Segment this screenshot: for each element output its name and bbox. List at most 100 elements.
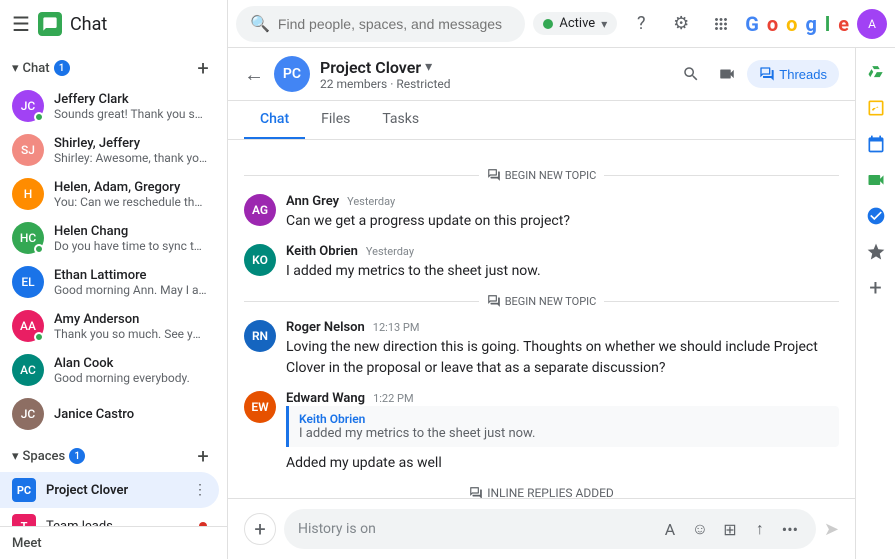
spaces-badge: 1 bbox=[69, 448, 85, 464]
quoted-name: Keith Obrien bbox=[299, 412, 829, 426]
tab-files[interactable]: Files bbox=[305, 101, 366, 139]
message-text: Can we get a progress update on this pro… bbox=[286, 211, 839, 232]
search-conv-button[interactable] bbox=[675, 58, 707, 90]
input-box[interactable]: History is on A ☺ ⊞ ↑ ••• bbox=[284, 509, 816, 549]
chat-item-preview: Thank you so much. See you there. bbox=[54, 327, 207, 341]
more-options-icon[interactable]: ⋮ bbox=[193, 482, 207, 498]
message-header: Ann Grey Yesterday bbox=[286, 194, 839, 209]
calendar-icon[interactable] bbox=[860, 128, 892, 160]
input-placeholder: History is on bbox=[298, 521, 376, 537]
space-name: Team leads bbox=[46, 519, 199, 527]
chat-list-item[interactable]: AC Alan Cook Good morning everybody. bbox=[0, 348, 219, 392]
message-avatar: AG bbox=[244, 194, 276, 226]
user-avatar[interactable]: A bbox=[857, 9, 887, 39]
input-actions: A ☺ ⊞ ↑ ••• bbox=[658, 517, 802, 541]
chat-list-item[interactable]: JC Jeffery Clark Sounds great! Thank you… bbox=[0, 84, 219, 128]
message-header: Roger Nelson 12:13 PM bbox=[286, 320, 839, 335]
quoted-text: I added my metrics to the sheet just now… bbox=[299, 426, 829, 441]
send-button[interactable]: ➤ bbox=[824, 519, 839, 540]
dropdown-icon[interactable]: ▾ bbox=[425, 59, 432, 75]
tasks-icon[interactable] bbox=[860, 92, 892, 124]
emoji-icon[interactable]: ☺ bbox=[688, 517, 712, 541]
message-content: Ann Grey Yesterday Can we get a progress… bbox=[286, 194, 839, 232]
add-attachment-button[interactable]: + bbox=[244, 513, 276, 545]
chevron-down-icon: ▾ bbox=[601, 17, 607, 31]
divider-text: BEGIN NEW TOPIC bbox=[487, 294, 597, 308]
chat-item-name: Shirley, Jeffery bbox=[54, 136, 207, 151]
chat-item-name: Amy Anderson bbox=[54, 312, 207, 327]
topbar: 🔍 Active ▾ ? ⚙ Google A bbox=[228, 0, 895, 48]
chat-section-header[interactable]: ▾ Chat 1 + bbox=[0, 48, 227, 84]
chat-item-name: Alan Cook bbox=[54, 356, 207, 371]
spaces-label: Spaces bbox=[23, 449, 66, 464]
chat-item-preview: Good morning everybody. bbox=[54, 371, 207, 385]
chat-item-name: Jeffery Clark bbox=[54, 92, 207, 107]
chat-item-preview: Good morning Ann. May I ask a question? bbox=[54, 283, 207, 297]
space-list-item[interactable]: PC Project Clover ⋮ bbox=[0, 472, 219, 508]
conv-header-right: Threads bbox=[675, 58, 839, 90]
conv-tabs: Chat Files Tasks bbox=[228, 101, 855, 140]
message: EW Edward Wang 1:22 PM Keith Obrien I ad… bbox=[244, 391, 839, 474]
space-list-item[interactable]: T Team leads bbox=[0, 508, 219, 526]
message: KO Keith Obrien Yesterday I added my met… bbox=[244, 244, 839, 282]
online-dot bbox=[34, 244, 44, 254]
avatar: JC bbox=[12, 398, 44, 430]
apps-button[interactable] bbox=[705, 8, 737, 40]
chat-list-item[interactable]: AA Amy Anderson Thank you so much. See y… bbox=[0, 304, 219, 348]
upload-icon[interactable]: ↑ bbox=[748, 517, 772, 541]
back-button[interactable]: ← bbox=[244, 62, 264, 87]
add-app-button[interactable]: + bbox=[860, 272, 892, 304]
add-chat-button[interactable]: + bbox=[191, 56, 215, 80]
space-icon: PC bbox=[12, 478, 36, 502]
message-avatar: RN bbox=[244, 320, 276, 352]
chat-list-item[interactable]: SJ Shirley, Jeffery Shirley: Awesome, th… bbox=[0, 128, 219, 172]
message-header: Keith Obrien Yesterday bbox=[286, 244, 839, 259]
chat-item-preview: Sounds great! Thank you so much Ann! bbox=[54, 107, 207, 121]
quoted-message: Keith Obrien I added my metrics to the s… bbox=[286, 406, 839, 447]
space-name: Project Clover bbox=[46, 483, 193, 498]
divider-text: BEGIN NEW TOPIC bbox=[487, 168, 597, 182]
search-box[interactable]: 🔍 bbox=[236, 6, 525, 42]
settings-button[interactable]: ⚙ bbox=[665, 8, 697, 40]
main-area: 🔍 Active ▾ ? ⚙ Google A bbox=[228, 0, 895, 559]
app-logo bbox=[38, 12, 62, 36]
tab-tasks[interactable]: Tasks bbox=[366, 101, 435, 139]
video-button[interactable] bbox=[711, 58, 743, 90]
chat-list-item[interactable]: EL Ethan Lattimore Good morning Ann. May… bbox=[0, 260, 219, 304]
help-button[interactable]: ? bbox=[625, 8, 657, 40]
user-avatar-inner: A bbox=[857, 9, 887, 39]
message-text: Loving the new direction this is going. … bbox=[286, 337, 839, 379]
message-content: Keith Obrien Yesterday I added my metric… bbox=[286, 244, 839, 282]
avatar: EL bbox=[12, 266, 44, 298]
conv-title-block: Project Clover ▾ 22 members · Restricted bbox=[320, 58, 451, 91]
chat-list-item[interactable]: H Helen, Adam, Gregory You: Can we resch… bbox=[0, 172, 219, 216]
divider-line bbox=[604, 301, 839, 302]
tab-chat[interactable]: Chat bbox=[244, 101, 305, 139]
spaces-section-header[interactable]: ▾ Spaces 1 + bbox=[0, 436, 227, 472]
text-format-icon[interactable]: A bbox=[658, 517, 682, 541]
active-status[interactable]: Active ▾ bbox=[533, 12, 617, 35]
search-input[interactable] bbox=[278, 16, 511, 32]
threads-button[interactable]: Threads bbox=[747, 60, 839, 88]
attach-icon[interactable]: ⊞ bbox=[718, 517, 742, 541]
chat-list-item[interactable]: JC Janice Castro bbox=[0, 392, 219, 436]
drive-icon[interactable] bbox=[860, 56, 892, 88]
inline-replies-label: INLINE REPLIES ADDED bbox=[244, 486, 839, 498]
menu-icon[interactable]: ☰ bbox=[12, 12, 30, 36]
chat-item-name: Helen, Adam, Gregory bbox=[54, 180, 207, 195]
todo-icon[interactable] bbox=[860, 200, 892, 232]
message-name: Roger Nelson bbox=[286, 320, 365, 335]
active-label: Active bbox=[559, 16, 595, 31]
add-space-button[interactable]: + bbox=[191, 444, 215, 468]
chat-item-name: Ethan Lattimore bbox=[54, 268, 207, 283]
message-header: Edward Wang 1:22 PM bbox=[286, 391, 839, 406]
star-icon[interactable] bbox=[860, 236, 892, 268]
threads-label: Threads bbox=[779, 67, 827, 82]
chat-item-name: Janice Castro bbox=[54, 407, 207, 422]
more-icon[interactable]: ••• bbox=[778, 517, 802, 541]
conversation-panel: ← PC Project Clover ▾ 22 members · Restr… bbox=[228, 48, 855, 559]
meet-icon[interactable] bbox=[860, 164, 892, 196]
google-g: G bbox=[745, 12, 759, 36]
message-content: Edward Wang 1:22 PM Keith Obrien I added… bbox=[286, 391, 839, 474]
chat-list-item[interactable]: HC Helen Chang Do you have time to sync … bbox=[0, 216, 219, 260]
